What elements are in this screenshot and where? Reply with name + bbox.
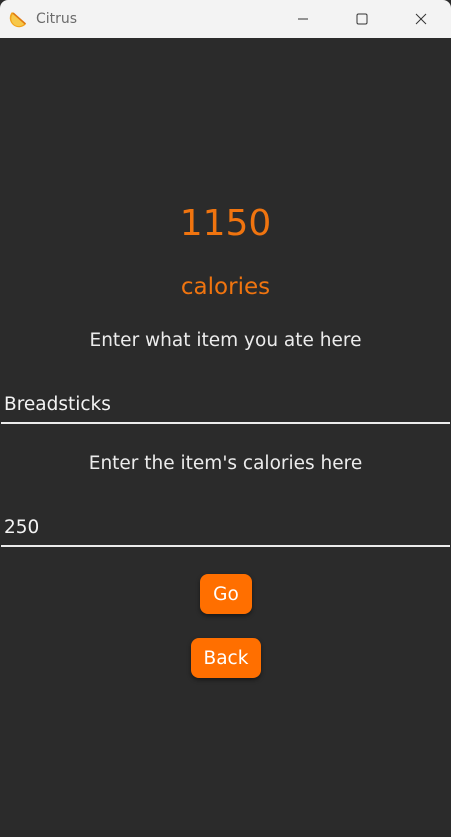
minimize-icon: [297, 10, 309, 29]
calorie-unit-label: calories: [180, 274, 271, 300]
window-title: Citrus: [36, 11, 78, 27]
title-bar[interactable]: Citrus: [0, 0, 451, 38]
main-content: 1150 calories Enter what item you ate he…: [0, 38, 451, 837]
calorie-total: 1150: [179, 203, 272, 244]
close-icon: [415, 10, 427, 29]
calories-input[interactable]: [1, 509, 450, 545]
citrus-slice-icon: [9, 9, 29, 29]
maximize-icon: [356, 10, 368, 29]
item-field[interactable]: [1, 386, 450, 424]
minimize-button[interactable]: [274, 0, 332, 38]
back-button[interactable]: Back: [191, 638, 261, 678]
close-button[interactable]: [392, 0, 450, 38]
calories-prompt-label: Enter the item's calories here: [88, 453, 363, 474]
item-prompt-label: Enter what item you ate here: [89, 330, 362, 351]
maximize-button[interactable]: [333, 0, 391, 38]
item-input[interactable]: [1, 386, 450, 422]
calories-field[interactable]: [1, 509, 450, 547]
app-window: Citrus 1150 calories Enter what item you…: [0, 0, 451, 837]
go-button[interactable]: Go: [200, 574, 252, 614]
